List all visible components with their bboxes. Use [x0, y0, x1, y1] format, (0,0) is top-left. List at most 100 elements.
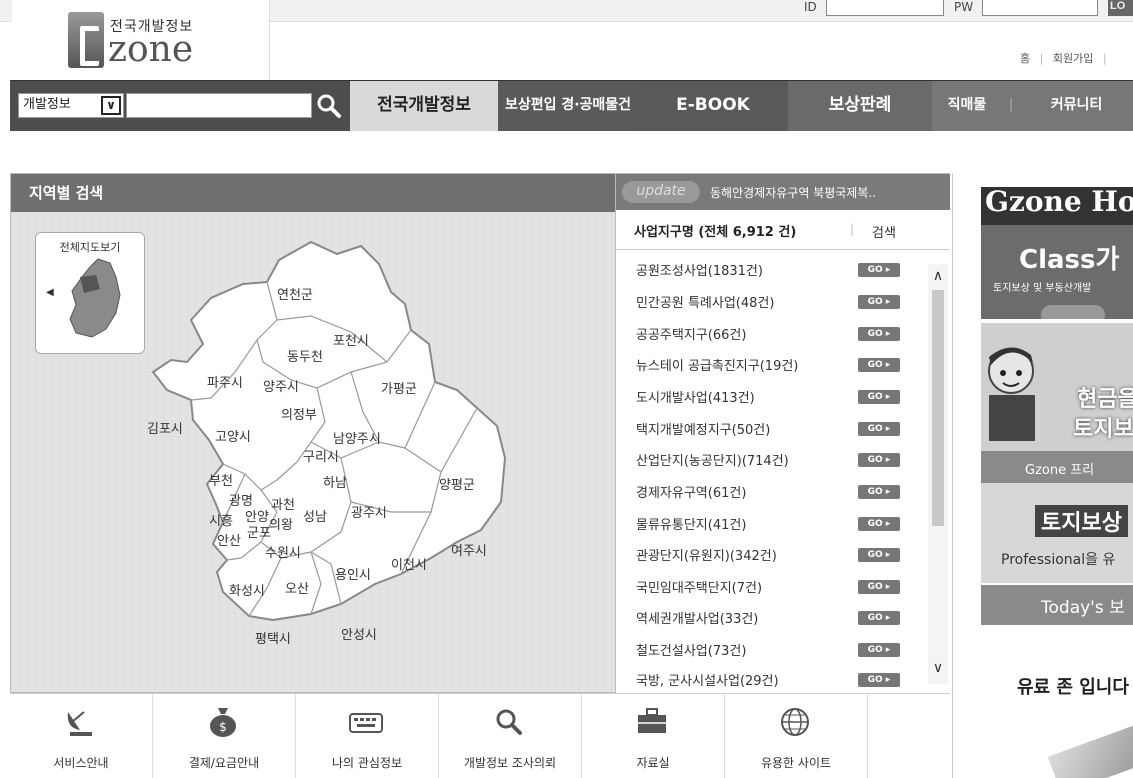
id-input[interactable]: [826, 0, 944, 16]
home-link[interactable]: 홈: [1020, 52, 1030, 65]
banner-today[interactable]: Today's 보: [981, 585, 1133, 625]
go-button[interactable]: GO ▸: [858, 673, 900, 687]
scroll-up-icon[interactable]: ∧: [930, 268, 946, 284]
banner-cash-land[interactable]: 현금을 토지보: [981, 323, 1133, 451]
nav-tab-community[interactable]: 커뮤니티: [1020, 81, 1133, 131]
city-label[interactable]: 성남: [303, 506, 327, 525]
scroll-thumb[interactable]: [932, 290, 944, 526]
city-label[interactable]: 하남: [323, 472, 347, 491]
list-search-button[interactable]: 검색: [872, 222, 896, 241]
city-label[interactable]: 광주시: [351, 502, 387, 521]
full-map-button[interactable]: 전체지도보기 ◀: [35, 232, 145, 354]
quick-menu-archive[interactable]: 자료실: [582, 694, 725, 778]
list-item[interactable]: 산업단지(농공단지)(714건) GO ▸: [636, 448, 926, 472]
go-button[interactable]: GO ▸: [858, 485, 900, 499]
banner-gzone-premium[interactable]: Gzone 프리: [981, 451, 1133, 483]
list-item-label[interactable]: 역세권개발사업(33건): [636, 608, 758, 627]
banner-gzone-home[interactable]: Gzone Ho: [981, 187, 1133, 225]
login-button[interactable]: LO: [1108, 0, 1133, 16]
list-item[interactable]: 역세권개발사업(33건) GO ▸: [636, 606, 926, 630]
list-item-label[interactable]: 공원조성사업(1831건): [636, 260, 763, 279]
city-label[interactable]: 남양주시: [333, 428, 381, 447]
city-label[interactable]: 연천군: [277, 284, 313, 303]
banner-land-comp[interactable]: 토지보상 Professional을 유: [981, 483, 1133, 583]
city-label[interactable]: 시흥: [209, 510, 233, 529]
pw-input[interactable]: [982, 0, 1098, 16]
list-scrollbar[interactable]: ∧ ∨: [928, 264, 948, 684]
go-button[interactable]: GO ▸: [858, 611, 900, 625]
city-label[interactable]: 부천: [209, 470, 233, 489]
go-button[interactable]: GO ▸: [858, 580, 900, 594]
city-label[interactable]: 안성시: [341, 624, 377, 643]
list-item[interactable]: 뉴스테이 공급촉진지구(19건) GO ▸: [636, 353, 926, 377]
list-item-label[interactable]: 물류유통단지(41건): [636, 514, 746, 533]
list-item[interactable]: 택지개발예정지구(50건) GO ▸: [636, 417, 926, 441]
city-label[interactable]: 평택시: [255, 628, 291, 647]
city-label[interactable]: 이천시: [391, 554, 427, 573]
go-button[interactable]: GO ▸: [858, 548, 900, 562]
gzone-logo[interactable]: 전국개발정보 zone: [68, 12, 268, 72]
city-label[interactable]: 가평군: [381, 378, 417, 397]
city-label[interactable]: 동두천: [287, 346, 323, 365]
city-label[interactable]: 구리시: [303, 446, 339, 465]
list-item-label[interactable]: 도시개발사업(413건): [636, 387, 755, 406]
city-label[interactable]: 고양시: [215, 426, 251, 445]
list-item-label[interactable]: 택지개발예정지구(50건): [636, 419, 770, 438]
list-item-label[interactable]: 공공주택지구(66건): [636, 324, 746, 343]
go-button[interactable]: GO ▸: [858, 422, 900, 436]
city-label[interactable]: 안산: [217, 530, 241, 549]
list-item[interactable]: 공원조성사업(1831건) GO ▸: [636, 258, 926, 282]
city-label[interactable]: 화성시: [229, 580, 265, 599]
banner-paid-zone[interactable]: 유료 존 입니다: [981, 625, 1133, 778]
city-label[interactable]: 파주시: [207, 372, 243, 391]
banner-class[interactable]: Class가 토지보상 및 부동산개발: [981, 225, 1133, 319]
quick-menu-request[interactable]: 개발정보 조사의뢰: [439, 694, 582, 778]
list-item[interactable]: 민간공원 특례사업(48건) GO ▸: [636, 290, 926, 314]
city-label[interactable]: 과천: [271, 494, 295, 513]
city-label[interactable]: 수원시: [265, 542, 301, 561]
list-item-label[interactable]: 뉴스테이 공급촉진지구(19건): [636, 355, 798, 374]
city-label[interactable]: 오산: [285, 578, 309, 597]
go-button[interactable]: GO ▸: [858, 263, 900, 277]
city-label[interactable]: 의왕: [269, 514, 293, 533]
nav-tab-direct-sale[interactable]: 직매물: [932, 81, 1002, 131]
list-item-label[interactable]: 민간공원 특례사업(48건): [636, 292, 774, 311]
quick-menu-links[interactable]: 유용한 사이트: [725, 694, 868, 778]
city-label[interactable]: 김포시: [147, 418, 183, 437]
go-button[interactable]: GO ▸: [858, 453, 900, 467]
quick-menu-payment[interactable]: $ 결제/요금안내: [153, 694, 296, 778]
search-icon[interactable]: [316, 93, 342, 119]
city-label[interactable]: 양주시: [263, 376, 299, 395]
quick-menu-interest[interactable]: 나의 관심정보: [296, 694, 439, 778]
city-label[interactable]: 용인시: [335, 564, 371, 583]
search-category-select[interactable]: 개발정보 ∨: [18, 93, 124, 118]
list-item[interactable]: 물류유통단지(41건) GO ▸: [636, 512, 926, 536]
go-button[interactable]: GO ▸: [858, 517, 900, 531]
go-button[interactable]: GO ▸: [858, 390, 900, 404]
list-item-label[interactable]: 국방, 군사시설사업(29건): [636, 670, 779, 689]
go-button[interactable]: GO ▸: [858, 643, 900, 657]
go-button[interactable]: GO ▸: [858, 358, 900, 372]
list-item-label[interactable]: 철도건설사업(73건): [636, 640, 746, 659]
list-item-label[interactable]: 산업단지(농공단지)(714건): [636, 450, 789, 469]
city-label[interactable]: 의정부: [281, 404, 317, 423]
list-item[interactable]: 철도건설사업(73건) GO ▸: [636, 638, 926, 662]
list-item[interactable]: 관광단지(유원지)(342건) GO ▸: [636, 543, 926, 567]
list-item[interactable]: 도시개발사업(413건) GO ▸: [636, 385, 926, 409]
search-input[interactable]: [126, 93, 312, 118]
nav-tab-national-dev[interactable]: 전국개발정보: [350, 81, 498, 131]
list-item[interactable]: 국민임대주택단지(7건) GO ▸: [636, 575, 926, 599]
list-item-label[interactable]: 국민임대주택단지(7건): [636, 577, 762, 596]
list-item-label[interactable]: 관광단지(유원지)(342건): [636, 545, 777, 564]
nav-tab-ebook[interactable]: E-BOOK: [638, 81, 788, 131]
nav-tab-compensation[interactable]: 보상편입 경·공매물건: [498, 81, 638, 131]
nav-tab-precedent[interactable]: 보상판례: [788, 81, 932, 131]
update-ticker-text[interactable]: 동해안경제자유구역 북평국제복..: [710, 184, 876, 201]
list-item[interactable]: 경제자유구역(61건) GO ▸: [636, 480, 926, 504]
list-item[interactable]: 국방, 군사시설사업(29건) GO ▸: [636, 668, 926, 692]
list-item[interactable]: 공공주택지구(66건) GO ▸: [636, 322, 926, 346]
go-button[interactable]: GO ▸: [858, 327, 900, 341]
signup-link[interactable]: 회원가입: [1053, 52, 1093, 65]
go-button[interactable]: GO ▸: [858, 295, 900, 309]
list-item-label[interactable]: 경제자유구역(61건): [636, 482, 746, 501]
